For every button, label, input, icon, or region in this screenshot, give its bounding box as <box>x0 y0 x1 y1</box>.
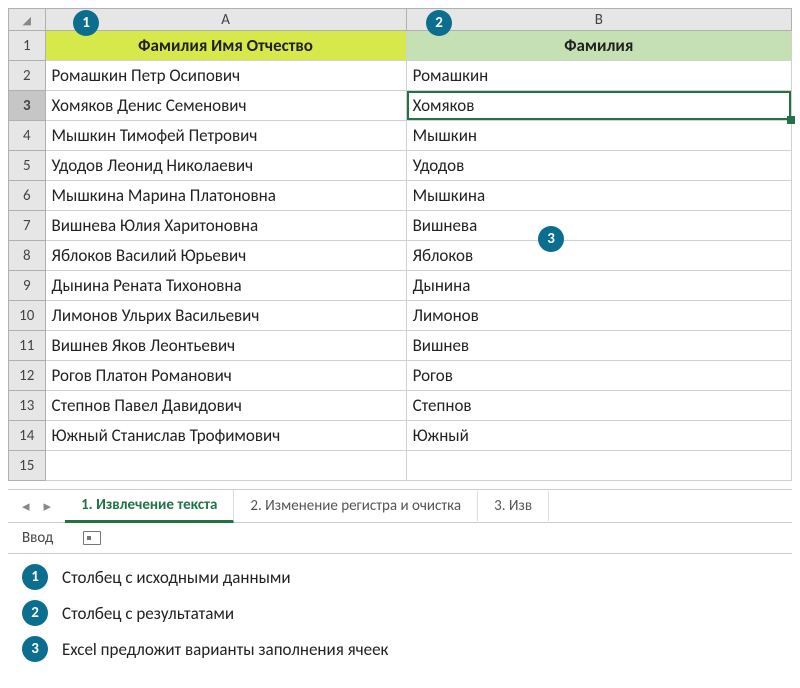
header-cell-b[interactable]: Фамилия <box>406 31 791 61</box>
fill-handle[interactable] <box>787 116 795 124</box>
legend-text: Столбец с исходными данными <box>62 567 291 588</box>
row-header[interactable]: 3 <box>9 91 46 121</box>
cell-a[interactable]: Степнов Павел Давидович <box>45 391 406 421</box>
cell-a[interactable]: Вишнев Яков Леонтьевич <box>45 331 406 361</box>
table-row: 8 Яблоков Василий Юрьевич Яблоков <box>9 241 792 271</box>
cell-a[interactable]: Южный Станислав Трофимович <box>45 421 406 451</box>
cell-a[interactable]: Ромашкин Петр Осипович <box>45 61 406 91</box>
cell-a[interactable]: Рогов Платон Романович <box>45 361 406 391</box>
row-header[interactable]: 7 <box>9 211 46 241</box>
table-row: 13 Степнов Павел Давидович Степнов <box>9 391 792 421</box>
table-row: 5 Удодов Леонид Николаевич Удодов <box>9 151 792 181</box>
row-header[interactable]: 6 <box>9 181 46 211</box>
cell-a[interactable]: Мышкина Марина Платоновна <box>45 181 406 211</box>
callout-3: 3 <box>538 226 564 252</box>
table-row: 6 Мышкина Марина Платоновна Мышкина <box>9 181 792 211</box>
flash-fill-suggestion[interactable]: Рогов <box>406 361 791 391</box>
legend-text: Столбец с результатами <box>62 603 234 624</box>
legend-badge-1: 1 <box>22 564 48 590</box>
flash-fill-suggestion[interactable]: Южный <box>406 421 791 451</box>
column-header-b[interactable]: B <box>406 9 791 31</box>
callout-1: 1 <box>73 10 99 36</box>
select-all-corner[interactable]: ◢ <box>9 9 46 31</box>
legend-item: 1 Столбец с исходными данными <box>22 564 792 590</box>
row-header[interactable]: 11 <box>9 331 46 361</box>
status-bar: Ввод <box>8 523 792 554</box>
table-row: 11 Вишнев Яков Леонтьевич Вишнев <box>9 331 792 361</box>
legend-item: 3 Excel предложит варианты заполнения яч… <box>22 636 792 662</box>
flash-fill-suggestion[interactable]: Лимонов <box>406 301 791 331</box>
row-header[interactable]: 4 <box>9 121 46 151</box>
table-row: 12 Рогов Платон Романович Рогов <box>9 361 792 391</box>
legend-item: 2 Столбец с результатами <box>22 600 792 626</box>
cell-a[interactable]: Мышкин Тимофей Петрович <box>45 121 406 151</box>
column-header-a[interactable]: A <box>45 9 406 31</box>
row-header[interactable]: 14 <box>9 421 46 451</box>
row-header[interactable]: 13 <box>9 391 46 421</box>
table-row: 3 Хомяков Денис Семенович Хомяков <box>9 91 792 121</box>
flash-fill-suggestion[interactable]: Мышкина <box>406 181 791 211</box>
cell-a[interactable]: Хомяков Денис Семенович <box>45 91 406 121</box>
row-header[interactable]: 1 <box>9 31 46 61</box>
select-all-icon: ◢ <box>23 14 31 27</box>
row-header[interactable]: 2 <box>9 61 46 91</box>
cell-a[interactable]: Вишнева Юлия Харитоновна <box>45 211 406 241</box>
cell-a[interactable] <box>45 451 406 481</box>
row-header[interactable]: 9 <box>9 271 46 301</box>
cell-b[interactable]: Ромашкин <box>406 61 791 91</box>
row-header[interactable]: 10 <box>9 301 46 331</box>
cell-b[interactable] <box>406 451 791 481</box>
sheet-tab-3[interactable]: 3. Изв <box>478 491 549 521</box>
table-row: 2 Ромашкин Петр Осипович Ромашкин <box>9 61 792 91</box>
table-row: 7 Вишнева Юлия Харитоновна Вишнева <box>9 211 792 241</box>
row-header[interactable]: 5 <box>9 151 46 181</box>
active-cell[interactable]: Хомяков <box>406 91 791 121</box>
sheet-tab-1[interactable]: 1. Извлечение текста <box>65 490 234 523</box>
flash-fill-suggestion[interactable]: Степнов <box>406 391 791 421</box>
legend: 1 Столбец с исходными данными 2 Столбец … <box>22 564 792 662</box>
column-header-row: ◢ A B <box>9 9 792 31</box>
grid-table: ◢ A B 1 Фамилия Имя Отчество Фамилия 2 Р… <box>8 8 792 481</box>
flash-fill-suggestion[interactable]: Вишнева <box>406 211 791 241</box>
cell-a[interactable]: Яблоков Василий Юрьевич <box>45 241 406 271</box>
table-row: 10 Лимонов Ульрих Васильевич Лимонов <box>9 301 792 331</box>
status-mode: Ввод <box>22 529 53 547</box>
table-row: 1 Фамилия Имя Отчество Фамилия <box>9 31 792 61</box>
table-row: 4 Мышкин Тимофей Петрович Мышкин <box>9 121 792 151</box>
sheet-tab-2[interactable]: 2. Изменение регистра и очистка <box>234 491 478 521</box>
flash-fill-suggestion[interactable]: Яблоков <box>406 241 791 271</box>
legend-badge-3: 3 <box>22 636 48 662</box>
sheet-tab-strip: ◂ ▸ 1. Извлечение текста 2. Изменение ре… <box>8 489 792 523</box>
cell-a[interactable]: Дынина Рената Тихоновна <box>45 271 406 301</box>
callout-2: 2 <box>426 10 452 36</box>
flash-fill-suggestion[interactable]: Дынина <box>406 271 791 301</box>
tab-prev-icon[interactable]: ◂ <box>22 497 30 516</box>
row-header[interactable]: 12 <box>9 361 46 391</box>
row-header[interactable]: 15 <box>9 451 46 481</box>
cell-a[interactable]: Лимонов Ульрих Васильевич <box>45 301 406 331</box>
flash-fill-suggestion[interactable]: Вишнев <box>406 331 791 361</box>
legend-text: Excel предложит варианты заполнения ячее… <box>62 639 388 660</box>
cell-a[interactable]: Удодов Леонид Николаевич <box>45 151 406 181</box>
spreadsheet: 1 2 3 ◢ A B 1 Фамилия Имя Отчество Фамил… <box>8 8 792 481</box>
tab-next-icon[interactable]: ▸ <box>44 497 52 516</box>
flash-fill-suggestion[interactable]: Мышкин <box>406 121 791 151</box>
tab-nav: ◂ ▸ <box>8 497 65 516</box>
row-header[interactable]: 8 <box>9 241 46 271</box>
table-row: 14 Южный Станислав Трофимович Южный <box>9 421 792 451</box>
table-row: 9 Дынина Рената Тихоновна Дынина <box>9 271 792 301</box>
header-cell-a[interactable]: Фамилия Имя Отчество <box>45 31 406 61</box>
table-row: 15 <box>9 451 792 481</box>
active-cell-value: Хомяков <box>413 95 475 116</box>
macro-record-icon[interactable] <box>83 531 101 545</box>
flash-fill-suggestion[interactable]: Удодов <box>406 151 791 181</box>
legend-badge-2: 2 <box>22 600 48 626</box>
